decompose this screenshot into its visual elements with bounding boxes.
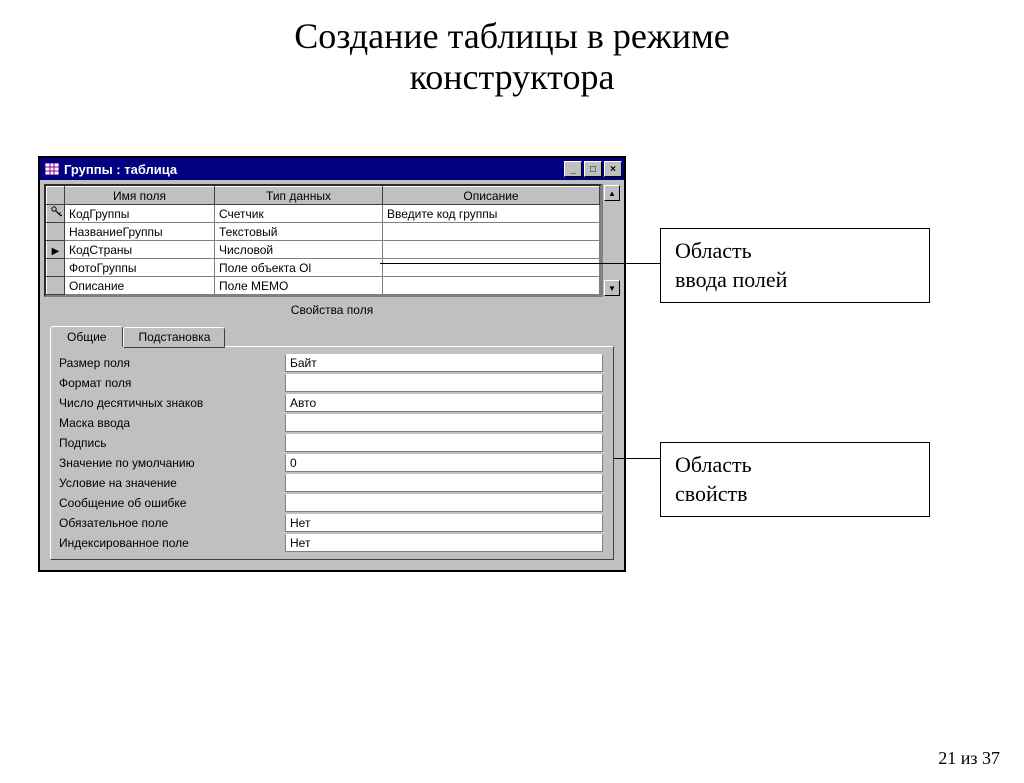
cell-description[interactable] xyxy=(383,241,600,259)
row-selector-header[interactable] xyxy=(47,187,65,205)
close-button[interactable]: × xyxy=(604,161,622,177)
minimize-button[interactable]: _ xyxy=(564,161,582,177)
prop-label: Размер поля xyxy=(55,356,285,370)
cell-description[interactable] xyxy=(383,259,600,277)
cell-description[interactable]: Введите код группы xyxy=(383,205,600,223)
prop-row[interactable]: Обязательное поле Нет xyxy=(55,513,609,533)
prop-row[interactable]: Условие на значение xyxy=(55,473,609,493)
window-title: Группы : таблица xyxy=(64,162,564,177)
prop-row[interactable]: Сообщение об ошибке xyxy=(55,493,609,513)
prop-label: Маска ввода xyxy=(55,416,285,430)
callout-properties-area: Область свойств xyxy=(660,442,930,517)
prop-value[interactable] xyxy=(285,494,603,512)
tab-strip: Общие Подстановка xyxy=(50,325,614,346)
table-row[interactable]: ▶ КодСтраны Числовой xyxy=(47,241,600,259)
prop-row[interactable]: Индексированное поле Нет xyxy=(55,533,609,553)
prop-label: Обязательное поле xyxy=(55,516,285,530)
primary-key-icon xyxy=(51,206,63,221)
vertical-scrollbar[interactable]: ▲ ▼ xyxy=(602,184,620,297)
table-row[interactable]: КодГруппы Счетчик Введите код группы xyxy=(47,205,600,223)
col-description[interactable]: Описание xyxy=(383,187,600,205)
row-selector[interactable] xyxy=(47,277,65,295)
prop-value[interactable]: Авто xyxy=(285,394,603,412)
page-number: 21 из 37 xyxy=(938,748,1000,769)
table-row[interactable]: Описание Поле MEMO xyxy=(47,277,600,295)
connector-line xyxy=(380,263,660,264)
prop-label: Условие на значение xyxy=(55,476,285,490)
prop-label: Значение по умолчанию xyxy=(55,456,285,470)
col-field-name[interactable]: Имя поля xyxy=(65,187,215,205)
cell-field-name[interactable]: НазваниеГруппы xyxy=(65,223,215,241)
properties-section-title: Свойства поля xyxy=(40,301,624,321)
prop-row[interactable]: Размер поля Байт xyxy=(55,353,609,373)
tab-body-general: Размер поля Байт Формат поля Число десят… xyxy=(50,346,614,560)
prop-value[interactable] xyxy=(285,474,603,492)
cell-data-type[interactable]: Поле MEMO xyxy=(215,277,383,295)
cell-description[interactable] xyxy=(383,223,600,241)
scroll-down-button[interactable]: ▼ xyxy=(604,280,620,296)
prop-row[interactable]: Число десятичных знаков Авто xyxy=(55,393,609,413)
row-selector[interactable] xyxy=(47,259,65,277)
table-header-row: Имя поля Тип данных Описание xyxy=(47,187,600,205)
scroll-up-button[interactable]: ▲ xyxy=(604,185,620,201)
cell-data-type[interactable]: Текстовый xyxy=(215,223,383,241)
window-titlebar[interactable]: Группы : таблица _ □ × xyxy=(40,158,624,180)
prop-row[interactable]: Формат поля xyxy=(55,373,609,393)
access-table-designer-window: Группы : таблица _ □ × Имя поля Тип данн… xyxy=(38,156,626,572)
prop-row[interactable]: Маска ввода xyxy=(55,413,609,433)
tab-lookup[interactable]: Подстановка xyxy=(123,327,225,348)
tab-general[interactable]: Общие xyxy=(50,326,123,347)
cell-data-type[interactable]: Поле объекта Ol xyxy=(215,259,383,277)
prop-value[interactable] xyxy=(285,414,603,432)
col-data-type[interactable]: Тип данных xyxy=(215,187,383,205)
page-title: Создание таблицы в режиме конструктора xyxy=(0,16,1024,99)
cell-data-type[interactable]: Счетчик xyxy=(215,205,383,223)
cell-field-name[interactable]: Описание xyxy=(65,277,215,295)
cell-field-name[interactable]: ФотоГруппы xyxy=(65,259,215,277)
cell-data-type[interactable]: Числовой xyxy=(215,241,383,259)
fields-table[interactable]: Имя поля Тип данных Описание КодГруппы С… xyxy=(46,186,600,295)
properties-panel: Общие Подстановка Размер поля Байт Форма… xyxy=(40,321,624,570)
prop-label: Сообщение об ошибке xyxy=(55,496,285,510)
prop-label: Число десятичных знаков xyxy=(55,396,285,410)
prop-value[interactable]: Нет xyxy=(285,514,603,532)
row-selector[interactable] xyxy=(47,205,65,223)
prop-value[interactable]: Байт xyxy=(285,354,603,372)
prop-label: Индексированное поле xyxy=(55,536,285,550)
prop-label: Подпись xyxy=(55,436,285,450)
table-row[interactable]: НазваниеГруппы Текстовый xyxy=(47,223,600,241)
prop-row[interactable]: Подпись xyxy=(55,433,609,453)
cell-field-name[interactable]: КодГруппы xyxy=(65,205,215,223)
fields-grid-area: Имя поля Тип данных Описание КодГруппы С… xyxy=(40,180,624,301)
prop-value[interactable] xyxy=(285,434,603,452)
prop-value[interactable]: Нет xyxy=(285,534,603,552)
prop-value[interactable] xyxy=(285,374,603,392)
prop-value[interactable]: 0 xyxy=(285,454,603,472)
prop-row[interactable]: Значение по умолчанию 0 xyxy=(55,453,609,473)
table-row[interactable]: ФотоГруппы Поле объекта Ol xyxy=(47,259,600,277)
cell-description[interactable] xyxy=(383,277,600,295)
callout-fields-area: Область ввода полей xyxy=(660,228,930,303)
current-row-icon: ▶ xyxy=(52,246,60,257)
prop-label: Формат поля xyxy=(55,376,285,390)
row-selector[interactable] xyxy=(47,223,65,241)
table-icon xyxy=(44,162,60,176)
row-selector[interactable]: ▶ xyxy=(47,241,65,259)
cell-field-name[interactable]: КодСтраны xyxy=(65,241,215,259)
maximize-button[interactable]: □ xyxy=(584,161,602,177)
